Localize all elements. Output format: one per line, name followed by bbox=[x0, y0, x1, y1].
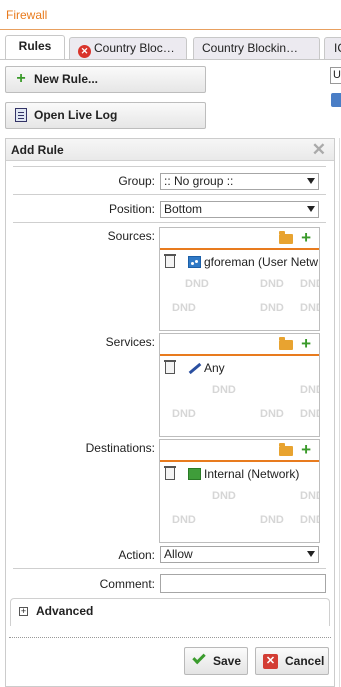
tab-ic[interactable]: IC bbox=[324, 37, 341, 59]
position-value: Bottom bbox=[164, 202, 203, 216]
group-value: :: No group :: bbox=[164, 174, 234, 188]
destinations-list[interactable]: + Internal (Network) DND DND DND DND DND bbox=[159, 439, 320, 543]
dnd-placeholder: DND bbox=[185, 278, 209, 290]
action-select[interactable]: Allow bbox=[160, 546, 319, 563]
tab-rules[interactable]: Rules bbox=[5, 35, 65, 59]
divider bbox=[13, 568, 326, 569]
destinations-toolbar: + bbox=[160, 440, 319, 462]
group-label: Group: bbox=[118, 174, 155, 188]
dnd-placeholder: DND bbox=[300, 302, 319, 314]
dnd-placeholder: DND bbox=[212, 384, 236, 396]
new-rule-label: New Rule... bbox=[34, 72, 99, 86]
user-network-icon bbox=[188, 256, 201, 268]
network-icon bbox=[188, 468, 201, 480]
tabs-divider bbox=[0, 59, 341, 60]
open-live-log-label: Open Live Log bbox=[34, 108, 118, 122]
dialog-header: Add Rule ✕ bbox=[6, 139, 334, 161]
service-item-text: Any bbox=[204, 361, 225, 375]
expand-icon[interactable]: + bbox=[19, 607, 28, 616]
tab-bar: Rules ✕Country Bloc… Country Blockin… IC bbox=[0, 35, 341, 59]
dnd-placeholder: DND bbox=[260, 302, 284, 314]
services-label: Services: bbox=[105, 335, 155, 349]
dialog-title: Add Rule bbox=[11, 143, 64, 157]
panel-edge bbox=[339, 138, 340, 687]
list-item[interactable]: Any bbox=[160, 358, 319, 378]
divider bbox=[9, 637, 331, 638]
dnd-placeholder: DND bbox=[300, 514, 319, 526]
check-icon bbox=[192, 650, 206, 665]
dnd-placeholder: DND bbox=[172, 302, 196, 314]
list-item[interactable]: Internal (Network) bbox=[160, 464, 319, 484]
advanced-section[interactable]: + Advanced bbox=[10, 598, 330, 626]
add-icon[interactable]: + bbox=[301, 335, 311, 352]
plus-icon: + bbox=[16, 70, 26, 87]
side-filter-input[interactable]: U bbox=[330, 67, 341, 84]
dnd-placeholder: DND bbox=[260, 408, 284, 420]
dnd-placeholder: DND bbox=[172, 514, 196, 526]
chevron-down-icon bbox=[307, 551, 315, 557]
action-value: Allow bbox=[164, 547, 193, 561]
add-icon[interactable]: + bbox=[301, 441, 311, 458]
dnd-placeholder: DND bbox=[260, 278, 284, 290]
group-select[interactable]: :: No group :: bbox=[160, 173, 319, 190]
error-icon: ✕ bbox=[78, 45, 91, 58]
save-button[interactable]: Save bbox=[184, 647, 248, 675]
source-item-text: gforeman (User Netw bbox=[204, 255, 319, 269]
action-label: Action: bbox=[118, 548, 155, 562]
tab-label: IC bbox=[334, 41, 341, 55]
log-icon bbox=[14, 103, 28, 128]
new-rule-button[interactable]: + New Rule... bbox=[5, 66, 206, 93]
list-item[interactable]: gforeman (User Netw bbox=[160, 252, 319, 272]
tab-label: Country Bloc… bbox=[94, 41, 175, 55]
title-divider bbox=[0, 29, 341, 30]
cancel-button[interactable]: ✕ Cancel bbox=[255, 647, 329, 675]
dnd-placeholder: DND bbox=[300, 408, 319, 420]
tab-label: Rules bbox=[18, 39, 52, 53]
sources-label: Sources: bbox=[107, 229, 155, 243]
dnd-placeholder: DND bbox=[300, 384, 319, 396]
sources-list[interactable]: + gforeman (User Netw DND DND DND DND DN… bbox=[159, 227, 320, 331]
sources-toolbar: + bbox=[160, 228, 319, 250]
destinations-label: Destinations: bbox=[85, 441, 155, 455]
trash-icon[interactable] bbox=[164, 360, 176, 374]
add-icon[interactable]: + bbox=[301, 229, 311, 246]
search-icon[interactable] bbox=[331, 93, 341, 107]
open-live-log-button[interactable]: Open Live Log bbox=[5, 102, 206, 129]
dnd-placeholder: DND bbox=[212, 490, 236, 502]
divider bbox=[13, 166, 326, 167]
position-select[interactable]: Bottom bbox=[160, 201, 319, 218]
divider bbox=[13, 222, 326, 223]
dnd-placeholder: DND bbox=[172, 408, 196, 420]
comment-input[interactable] bbox=[160, 574, 326, 593]
any-icon bbox=[188, 362, 201, 374]
folder-icon[interactable] bbox=[279, 337, 293, 350]
comment-label: Comment: bbox=[99, 577, 155, 591]
app-title: Firewall bbox=[6, 8, 48, 22]
chevron-down-icon bbox=[307, 206, 315, 212]
dnd-placeholder: DND bbox=[300, 278, 319, 290]
folder-icon[interactable] bbox=[279, 231, 293, 244]
app-titlebar: Firewall bbox=[0, 0, 341, 30]
tab-country-blocking-2[interactable]: Country Blockin… bbox=[193, 37, 320, 59]
tab-label: Country Blockin… bbox=[202, 41, 299, 55]
cancel-label: Cancel bbox=[285, 654, 325, 668]
advanced-label: Advanced bbox=[36, 604, 94, 618]
divider bbox=[13, 194, 326, 195]
services-list[interactable]: + Any DND DND DND DND DND bbox=[159, 333, 320, 437]
trash-icon[interactable] bbox=[164, 254, 176, 268]
tab-country-blocking-1[interactable]: ✕ Country Bloc… bbox=[69, 37, 187, 59]
cancel-icon: ✕ bbox=[263, 654, 278, 669]
dnd-placeholder: DND bbox=[300, 490, 319, 502]
trash-icon[interactable] bbox=[164, 466, 176, 480]
dnd-placeholder: DND bbox=[260, 514, 284, 526]
save-label: Save bbox=[213, 654, 242, 668]
destination-item-text: Internal (Network) bbox=[204, 467, 300, 481]
close-icon[interactable]: ✕ bbox=[312, 140, 326, 160]
services-toolbar: + bbox=[160, 334, 319, 356]
folder-icon[interactable] bbox=[279, 443, 293, 456]
chevron-down-icon bbox=[307, 178, 315, 184]
position-label: Position: bbox=[108, 202, 155, 216]
